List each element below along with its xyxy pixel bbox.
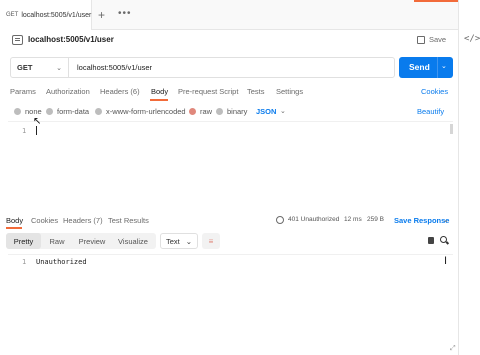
chevron-down-icon[interactable]: ⌄ (441, 62, 447, 70)
expand-icon[interactable]: ⤢ (450, 345, 456, 353)
chevron-down-icon[interactable]: ⌄ (280, 107, 286, 115)
save-response-button[interactable]: Save Response (394, 216, 449, 225)
radio-dot (46, 108, 53, 115)
cookies-link[interactable]: Cookies (421, 87, 448, 96)
tab-settings[interactable]: Settings (276, 87, 303, 96)
response-tabs: Body Cookies Headers (7) Test Results (0, 213, 458, 228)
method-label: GET (17, 63, 33, 72)
tab-params[interactable]: Params (10, 87, 36, 96)
new-tab-plus-icon[interactable]: + (98, 8, 105, 22)
editor-scrollbar[interactable] (450, 124, 453, 134)
line-number: 1 (22, 258, 27, 266)
response-size[interactable]: 259 B (367, 216, 384, 223)
globe-icon[interactable] (276, 216, 284, 224)
more-tabs-icon[interactable]: ••• (118, 8, 132, 19)
active-tab-indicator (150, 99, 168, 101)
right-sidebar: </> (458, 0, 480, 355)
response-time[interactable]: 12 ms (344, 216, 362, 223)
line-number: 1 (22, 127, 27, 135)
radio-dot (216, 108, 223, 115)
tab-response-headers[interactable]: Headers (7) (63, 216, 103, 225)
radio-label: form-data (57, 107, 90, 116)
tab-body[interactable]: Body (151, 87, 168, 96)
send-label: Send (409, 62, 430, 72)
mouse-pointer-icon: ↖ (33, 116, 42, 127)
tab-method: GET (6, 12, 19, 18)
request-tabs: Params Authorization Headers (6) Body Pr… (0, 83, 458, 101)
radio-label: raw (200, 107, 213, 116)
tab-response-cookies[interactable]: Cookies (31, 216, 58, 225)
wrap-lines-icon[interactable]: ≡ (202, 233, 220, 249)
top-accent-bar (414, 0, 464, 2)
request-tab[interactable]: GET localhost:5005/v1/user (0, 0, 92, 30)
url-bar: GET ⌄ (10, 57, 395, 78)
response-body[interactable]: 1 Unauthorized (8, 254, 453, 268)
method-select[interactable]: GET ⌄ (11, 58, 69, 77)
tab-pre-request-script[interactable]: Pre-request Script (178, 87, 238, 96)
copy-icon[interactable] (428, 237, 434, 244)
view-visualize[interactable]: Visualize (112, 233, 154, 249)
status-badge[interactable]: 401 Unauthorized (288, 216, 339, 223)
body-type-options: none form-data x-www-form-urlencoded raw… (0, 103, 458, 119)
tab-headers[interactable]: Headers (6) (100, 87, 140, 96)
view-preview[interactable]: Preview (74, 233, 110, 249)
format-select[interactable]: JSON (256, 107, 276, 116)
text-cursor-icon: I (444, 255, 448, 267)
active-response-tab-indicator (6, 227, 22, 229)
response-type-select[interactable]: Text ⌄ (160, 233, 198, 249)
request-header: localhost:5005/v1/user Save (0, 30, 458, 52)
radio-x-www-form-urlencoded[interactable]: x-www-form-urlencoded (95, 107, 186, 116)
save-button[interactable]: Save (417, 35, 446, 44)
http-request-icon (12, 35, 23, 45)
save-icon (417, 35, 425, 44)
chevron-down-icon: ⌄ (185, 236, 192, 246)
tab-strip: GET localhost:5005/v1/user + ••• (0, 0, 458, 30)
postman-main: GET localhost:5005/v1/user + ••• localho… (0, 0, 464, 355)
view-raw[interactable]: Raw (42, 233, 72, 249)
send-button[interactable]: Send ⌄ (399, 57, 453, 78)
radio-form-data[interactable]: form-data (46, 107, 89, 116)
send-divider (437, 57, 438, 78)
tab-url: localhost:5005/v1/user (21, 11, 92, 19)
radio-dot (95, 108, 102, 115)
radio-label: none (25, 107, 42, 116)
beautify-link[interactable]: Beautify (417, 107, 444, 116)
chevron-down-icon: ⌄ (56, 64, 62, 72)
request-name[interactable]: localhost:5005/v1/user (28, 35, 114, 44)
view-pretty[interactable]: Pretty (6, 233, 41, 249)
save-label: Save (429, 35, 447, 44)
request-body-editor[interactable]: 1 (8, 121, 453, 211)
radio-dot-selected (189, 108, 196, 115)
tab-tests[interactable]: Tests (247, 87, 265, 96)
radio-label: binary (227, 107, 248, 116)
text-caret (36, 126, 37, 135)
url-input[interactable] (77, 63, 377, 72)
radio-binary[interactable]: binary (216, 107, 247, 116)
search-icon[interactable] (440, 236, 447, 243)
tab-response-body[interactable]: Body (6, 216, 23, 225)
code-icon[interactable]: </> (464, 34, 480, 44)
radio-label: x-www-form-urlencoded (106, 107, 186, 116)
tab-test-results[interactable]: Test Results (108, 216, 149, 225)
radio-none[interactable]: none (14, 107, 42, 116)
radio-dot (14, 108, 21, 115)
tab-authorization[interactable]: Authorization (46, 87, 90, 96)
chevron-down-icon[interactable]: ⌄ (443, 216, 449, 224)
radio-raw[interactable]: raw (189, 107, 212, 116)
response-type-label: Text (166, 236, 180, 246)
response-view-switcher: Pretty Raw Preview Visualize (6, 233, 156, 249)
response-content: Unauthorized (36, 258, 87, 266)
